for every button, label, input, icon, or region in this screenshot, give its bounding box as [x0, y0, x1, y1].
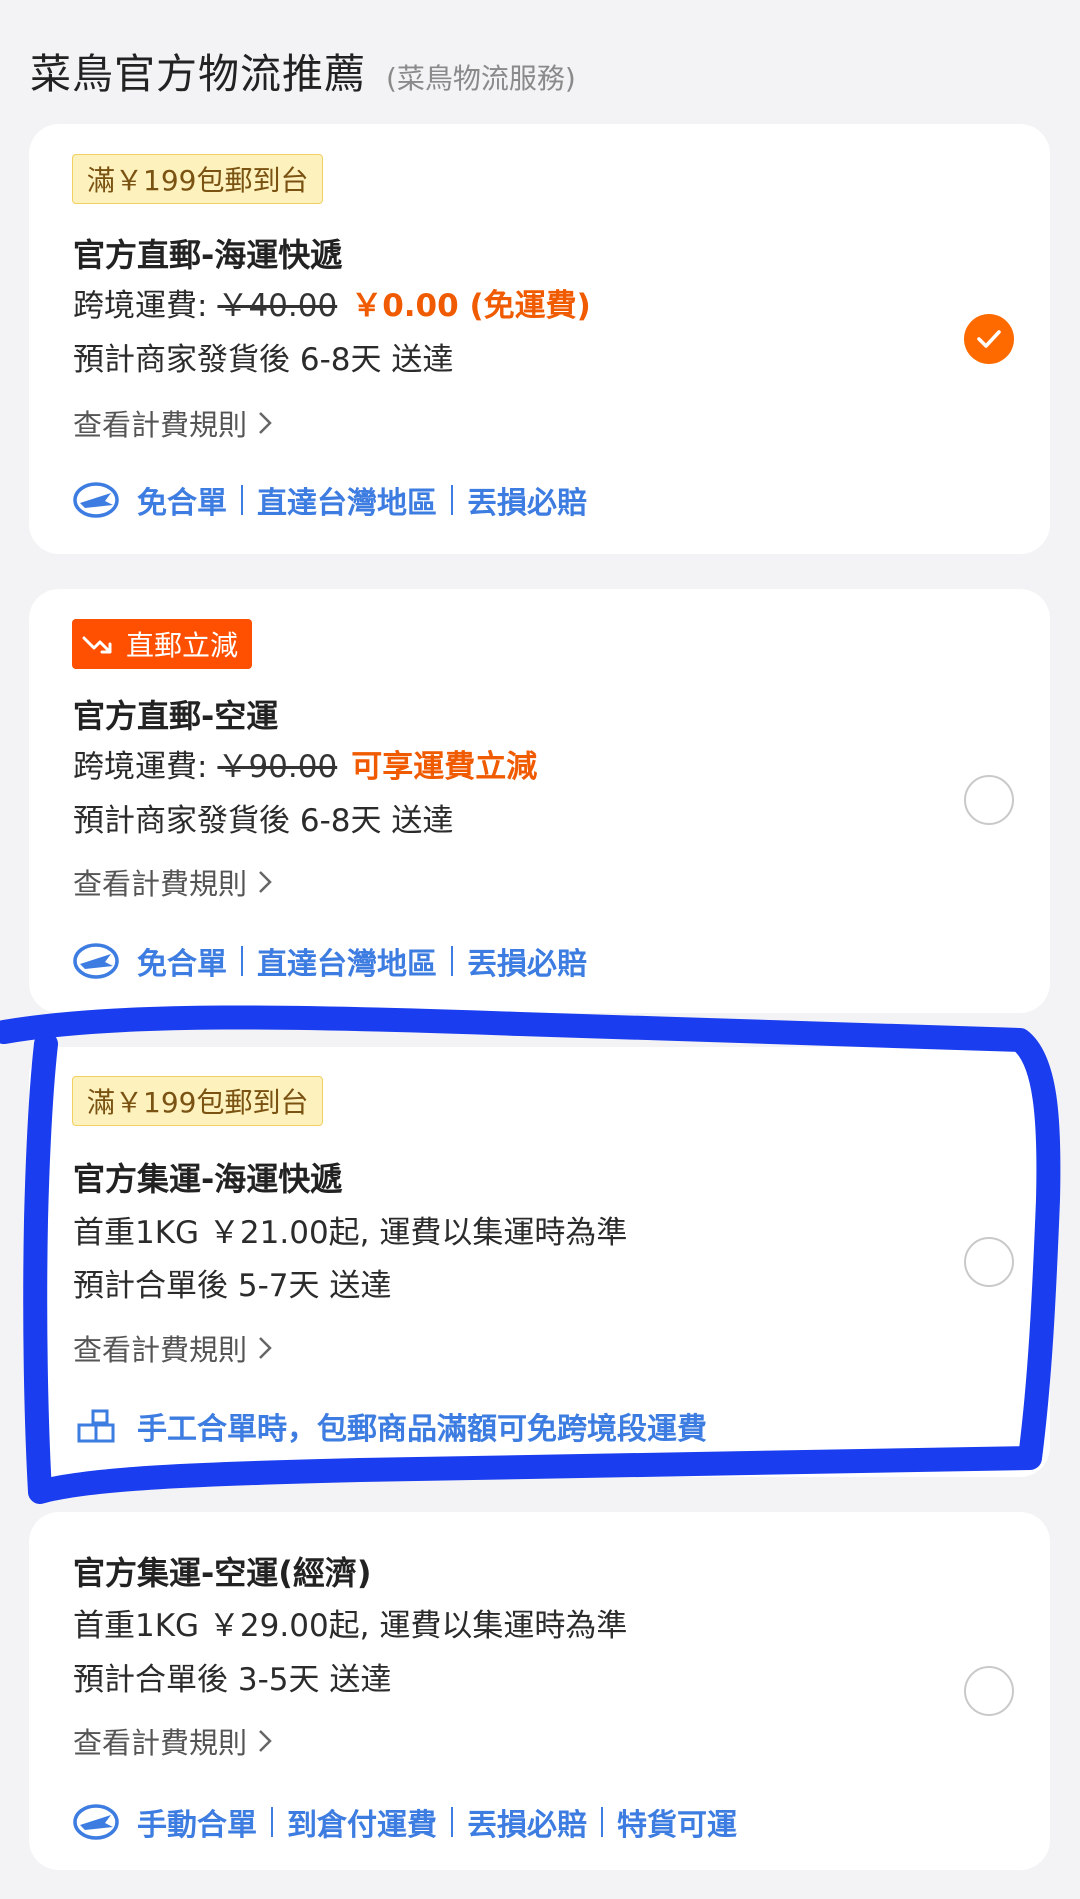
checkmark-icon — [977, 330, 1001, 348]
feature-loss-compensation: 丟損必賠 — [467, 486, 587, 521]
chevron-right-icon — [259, 412, 272, 434]
plane-icon — [73, 943, 119, 979]
fee-line: 跨境運費: ￥40.00 ￥0.00 (免運費) — [73, 280, 591, 325]
divider — [271, 1807, 273, 1837]
plane-icon — [73, 482, 119, 518]
divider — [451, 946, 453, 976]
rules-link-label: 查看計費規則 — [73, 867, 248, 901]
rules-link-label: 查看計費規則 — [73, 408, 248, 442]
shipping-option-card[interactable]: 滿￥199包郵到台 官方集運-海運快遞 首重1KG ￥21.00起, 運費以集運… — [29, 1047, 1050, 1477]
view-fee-rules-link[interactable]: 查看計費規則 — [73, 1327, 273, 1369]
feature-tags: 免合單 直達台灣地區 丟損必賠 — [73, 478, 587, 522]
free-shipping-badge: 滿￥199包郵到台 — [72, 1076, 324, 1126]
chevron-right-icon — [259, 1730, 272, 1752]
fee-line: 首重1KG ￥21.00起, 運費以集運時為準 — [73, 1215, 628, 1251]
feature-special-goods: 特貨可運 — [617, 1808, 737, 1843]
fee-label: 跨境運費: — [73, 749, 208, 785]
fee-line: 跨境運費: ￥90.00 可享運費立減 — [73, 741, 537, 786]
view-fee-rules-link[interactable]: 查看計費規則 — [73, 402, 273, 444]
feature-no-merge: 免合單 — [137, 947, 227, 982]
shipping-option-card[interactable]: 官方集運-空運(經濟) 首重1KG ￥29.00起, 運費以集運時為準 預計合單… — [29, 1512, 1050, 1870]
delivery-estimate: 預計合單後 5-7天 送達 — [73, 1268, 392, 1304]
page-subtitle: (菜鳥物流服務) — [386, 62, 576, 95]
shipping-option-card[interactable]: 滿￥199包郵到台 官方直郵-海運快遞 跨境運費: ￥40.00 ￥0.00 (免運… — [29, 124, 1050, 554]
merge-note: 手工合單時，包郵商品滿額可免跨境段運費 — [73, 1404, 707, 1448]
divider — [241, 946, 243, 976]
rules-link-label: 查看計費規則 — [73, 1333, 248, 1367]
direct-discount-badge: 直郵立減 — [72, 619, 253, 669]
merge-note-text: 手工合單時，包郵商品滿額可免跨境段運費 — [137, 1412, 707, 1447]
package-merge-icon — [77, 1409, 115, 1443]
chevron-right-icon — [259, 871, 272, 893]
trend-down-icon — [82, 636, 112, 654]
final-fee: ￥0.00 (免運費) — [351, 288, 591, 324]
divider — [601, 1807, 603, 1837]
option-title: 官方直郵-空運 — [73, 697, 279, 735]
view-fee-rules-link[interactable]: 查看計費規則 — [73, 861, 273, 903]
original-fee: ￥40.00 — [217, 288, 338, 324]
page-title: 菜鳥官方物流推薦 — [30, 50, 366, 98]
section-header: 菜鳥官方物流推薦 (菜鳥物流服務) — [30, 40, 576, 98]
free-shipping-badge: 滿￥199包郵到台 — [72, 154, 324, 204]
divider — [451, 1807, 453, 1837]
rules-link-label: 查看計費規則 — [73, 1726, 248, 1760]
fee-label: 跨境運費: — [73, 288, 208, 324]
plane-icon — [73, 1804, 119, 1840]
option-radio[interactable] — [964, 775, 1014, 825]
feature-tags: 手動合單 到倉付運費 丟損必賠 特貨可運 — [73, 1800, 737, 1844]
option-title: 官方直郵-海運快遞 — [73, 236, 343, 274]
chevron-right-icon — [259, 1337, 272, 1359]
original-fee: ￥90.00 — [217, 749, 338, 785]
view-fee-rules-link[interactable]: 查看計費規則 — [73, 1720, 273, 1762]
fee-discount-text: 可享運費立減 — [351, 749, 538, 785]
option-radio[interactable] — [964, 1237, 1014, 1287]
delivery-estimate: 預計商家發貨後 6-8天 送達 — [73, 803, 454, 839]
divider — [241, 485, 243, 515]
feature-manual-merge: 手動合單 — [137, 1808, 257, 1843]
option-radio[interactable] — [964, 1666, 1014, 1716]
divider — [451, 485, 453, 515]
feature-loss-compensation: 丟損必賠 — [467, 1808, 587, 1843]
option-title: 官方集運-海運快遞 — [73, 1160, 343, 1198]
feature-loss-compensation: 丟損必賠 — [467, 947, 587, 982]
option-title: 官方集運-空運(經濟) — [73, 1554, 372, 1592]
option-radio-selected[interactable] — [964, 314, 1014, 364]
shipping-option-card[interactable]: 直郵立減 官方直郵-空運 跨境運費: ￥90.00 可享運費立減 預計商家發貨後 6… — [29, 589, 1050, 1013]
delivery-estimate: 預計商家發貨後 6-8天 送達 — [73, 342, 454, 378]
feature-direct-taiwan: 直達台灣地區 — [257, 486, 437, 521]
feature-tags: 免合單 直達台灣地區 丟損必賠 — [73, 939, 587, 983]
feature-direct-taiwan: 直達台灣地區 — [257, 947, 437, 982]
feature-no-merge: 免合單 — [137, 486, 227, 521]
badge-label: 直郵立減 — [126, 629, 239, 662]
feature-pay-at-warehouse: 到倉付運費 — [287, 1808, 437, 1843]
delivery-estimate: 預計合單後 3-5天 送達 — [73, 1662, 392, 1698]
fee-line: 首重1KG ￥29.00起, 運費以集運時為準 — [73, 1608, 628, 1644]
